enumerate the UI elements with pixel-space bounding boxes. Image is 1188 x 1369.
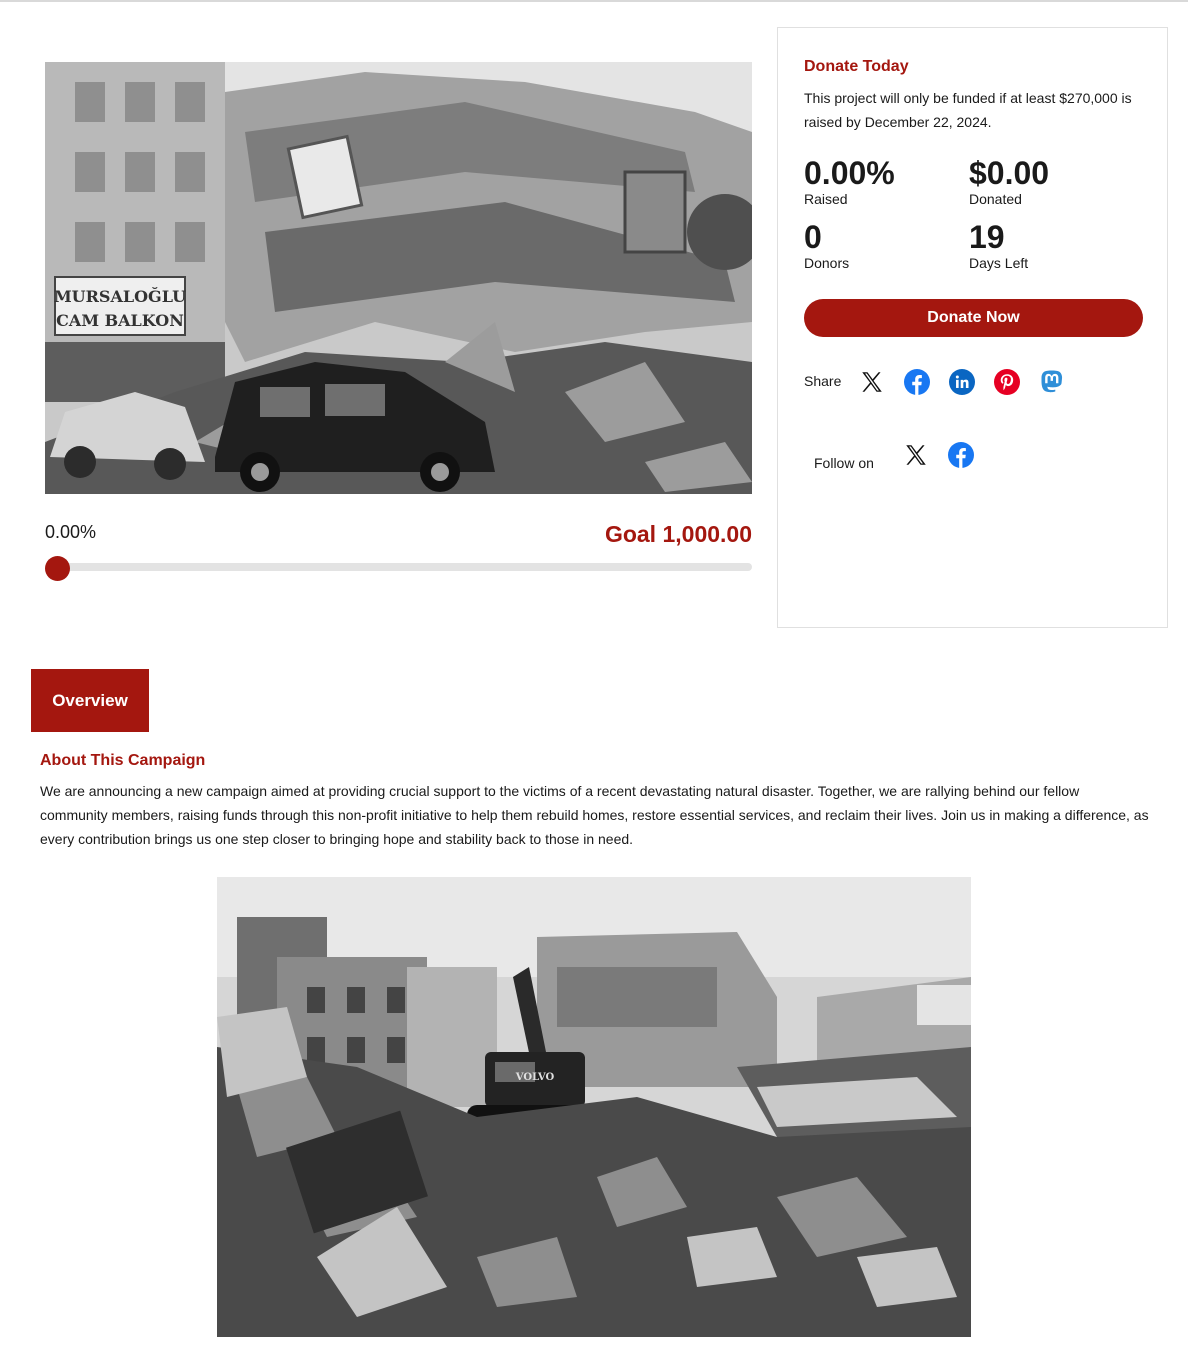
stat-donated-value: $0.00 xyxy=(969,155,1050,191)
share-x-icon[interactable] xyxy=(858,368,886,396)
stat-donated: $0.00 Donated xyxy=(969,156,1049,208)
share-label: Share xyxy=(804,373,842,389)
excavator-brand: VOLVO xyxy=(515,1072,555,1083)
donate-card-title: Donate Today xyxy=(804,58,909,75)
tab-overview[interactable]: Overview xyxy=(31,669,149,732)
stat-days-left-value: 19 xyxy=(969,219,1005,255)
share-pinterest-icon[interactable] xyxy=(993,368,1021,396)
goal-label: Goal 1,000.00 xyxy=(604,521,752,547)
progress-percent: 0.00% xyxy=(45,522,97,542)
stat-donors: 0 Donors xyxy=(804,220,849,272)
hero-sign-line-2: CAM BALKON xyxy=(56,311,184,330)
follow-x-icon[interactable] xyxy=(902,441,930,469)
share-mastodon-icon[interactable] xyxy=(1038,368,1066,396)
hero-photo: MURSALOĞLU CAM BALKON xyxy=(45,62,752,494)
stat-raised-label: Raised xyxy=(804,191,848,207)
stat-raised-value: 0.00% xyxy=(804,155,895,191)
donate-card: Donate Today This project will only be f… xyxy=(777,27,1168,628)
hero-sign-line-1: MURSALOĞLU xyxy=(54,286,186,306)
share-linkedin-icon[interactable] xyxy=(948,368,976,396)
stat-donors-value: 0 xyxy=(804,219,822,255)
donate-card-description: This project will only be funded if at l… xyxy=(804,90,1132,130)
about-title: About This Campaign xyxy=(40,752,206,769)
stat-donated-label: Donated xyxy=(969,191,1022,207)
stat-days-left-label: Days Left xyxy=(969,255,1029,271)
stat-raised: 0.00% Raised xyxy=(804,156,895,208)
follow-facebook-icon[interactable] xyxy=(947,441,975,469)
campaign-photo: VOLVO xyxy=(217,877,971,1337)
about-body: We are announcing a new campaign aimed a… xyxy=(40,783,1149,847)
donate-now-button[interactable]: Donate Now xyxy=(804,299,1143,337)
stat-donors-label: Donors xyxy=(804,255,850,271)
share-facebook-icon[interactable] xyxy=(903,368,931,396)
progress-knob xyxy=(45,556,70,581)
follow-label: Follow on xyxy=(814,455,874,471)
top-divider xyxy=(0,0,1188,2)
stat-days-left: 19 Days Left xyxy=(969,220,1028,272)
progress-bar xyxy=(45,563,752,571)
